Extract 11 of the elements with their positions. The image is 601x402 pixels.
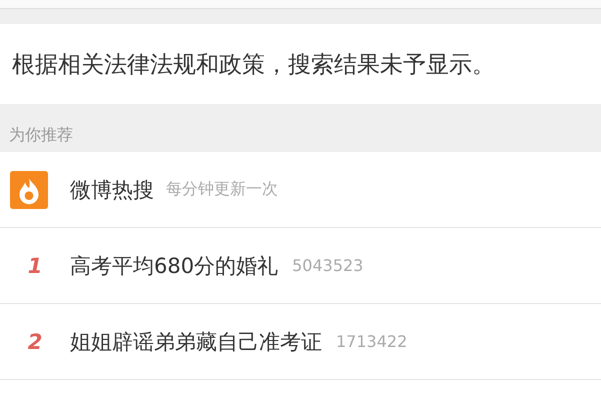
search-count: 5043523 — [292, 256, 364, 275]
trend-title[interactable]: 姐姐辟谣弟弟藏自己准考证 — [70, 328, 322, 356]
trend-title[interactable]: 高考平均680分的婚礼 — [70, 252, 278, 280]
section-label: 为你推荐 — [9, 124, 73, 146]
update-note: 每分钟更新一次 — [166, 179, 278, 200]
flame-icon — [10, 170, 48, 208]
notice-text: 根据相关法律法规和政策，搜索结果未予显示。 — [12, 50, 495, 80]
hot-search-title[interactable]: 微博热搜 — [70, 176, 154, 204]
rank-number: 2 — [26, 330, 44, 354]
search-count: 1713422 — [336, 332, 408, 351]
rank-number: 1 — [26, 254, 44, 278]
